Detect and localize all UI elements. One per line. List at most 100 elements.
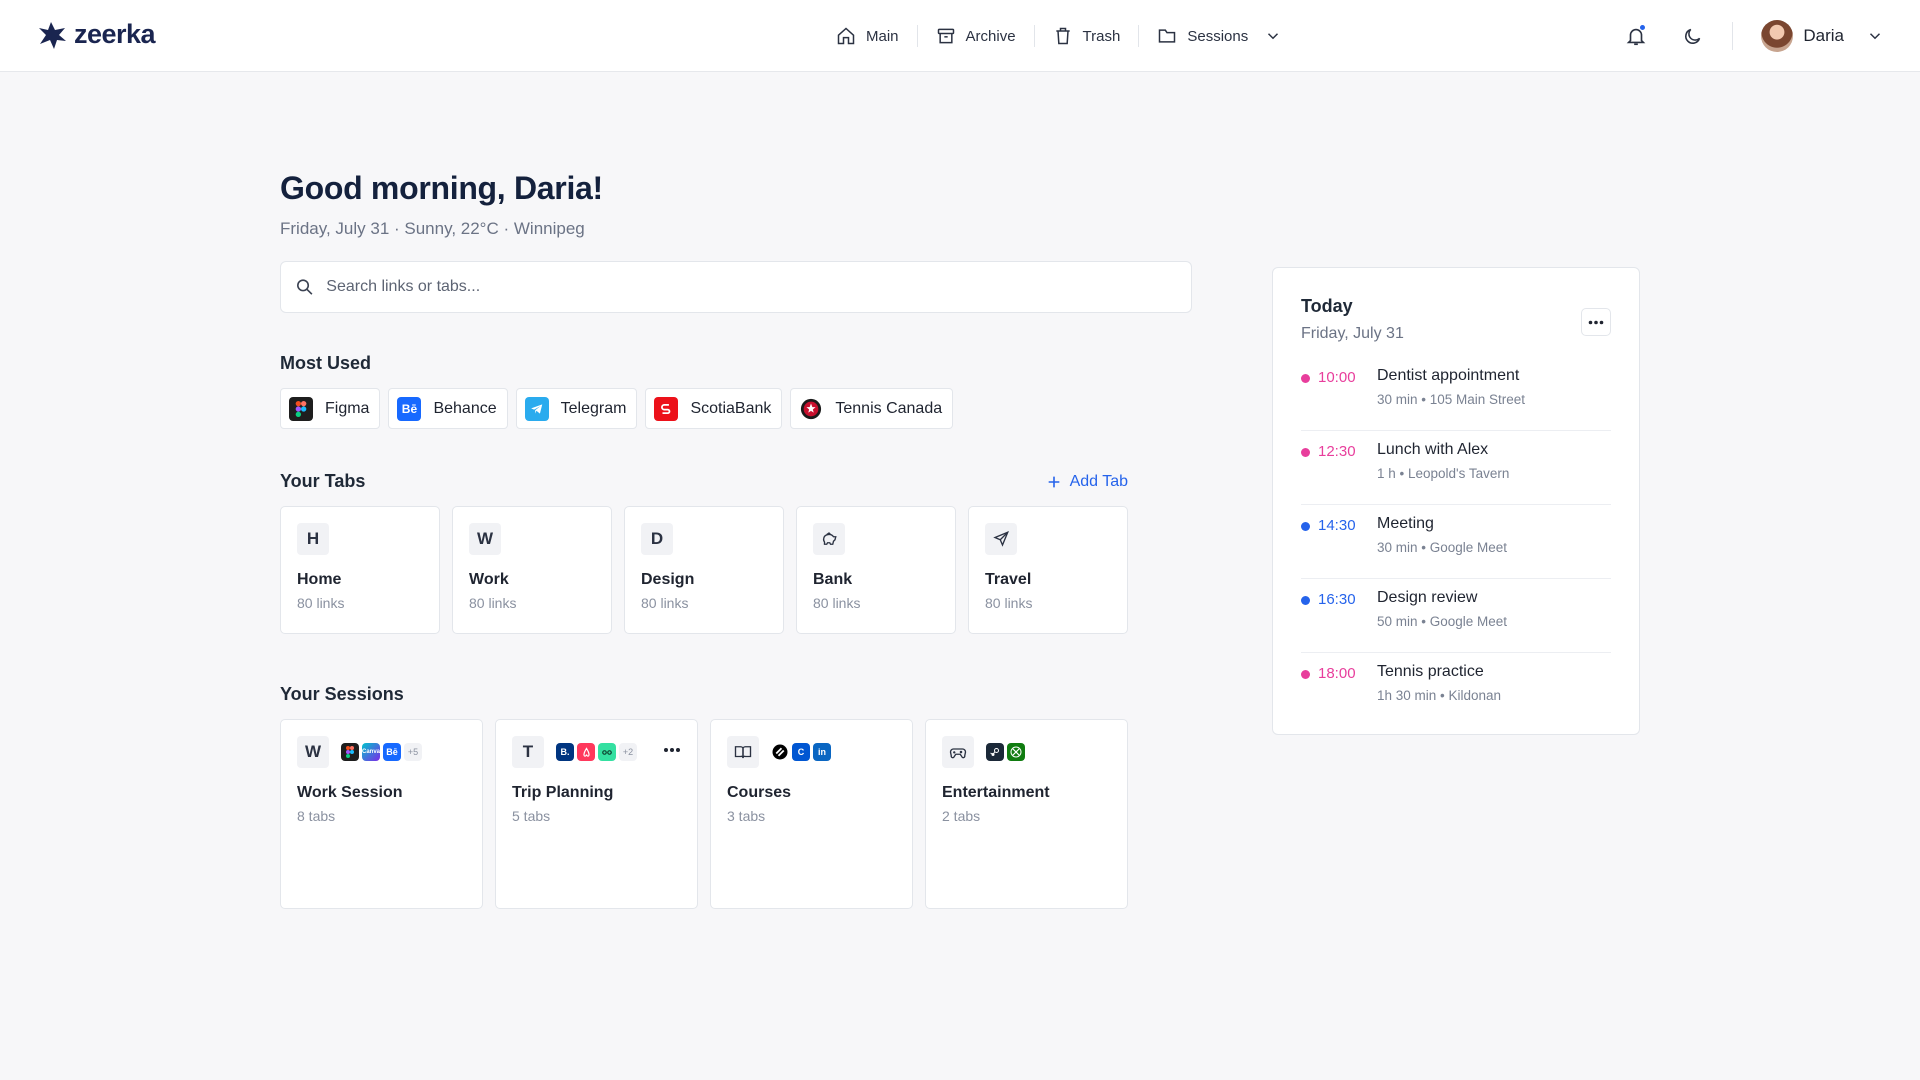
folder-icon <box>1159 29 1176 43</box>
event-time: 16:30 <box>1318 591 1356 608</box>
star-logo-icon <box>39 21 66 49</box>
sessions-title: Your Sessions <box>280 684 404 704</box>
most-used-telegram[interactable]: Telegram <box>515 388 638 429</box>
event-time: 18:00 <box>1318 665 1356 682</box>
session-icons-row: W Canva Bē +5 <box>297 736 466 768</box>
event-item[interactable]: 18:00 Tennis practice 1h 30 min • Kildon… <box>1301 653 1611 727</box>
avatar <box>1761 20 1794 52</box>
moon-icon <box>1684 28 1701 44</box>
event-dot <box>1301 448 1310 457</box>
most-used-title: Most Used <box>280 353 372 373</box>
tab-name: Home <box>297 571 342 588</box>
event-details: 30 min • 105 Main Street <box>1377 392 1526 407</box>
tripadvisor-icon <box>598 743 616 761</box>
chip-label: Behance <box>433 399 497 417</box>
book-icon <box>727 736 759 768</box>
today-more-button[interactable] <box>1581 308 1611 336</box>
linkedin-icon: in <box>813 743 831 761</box>
event-title: Meeting <box>1377 515 1434 532</box>
tab-card-home[interactable]: H Home 80 links <box>280 506 440 634</box>
sessions-list: W Canva Bē +5 Work Session 8 tabs T B. +… <box>280 719 1192 909</box>
tab-card-travel[interactable]: Travel 80 links <box>968 506 1128 634</box>
search-input[interactable] <box>326 278 1177 296</box>
event-details: 1 h • Leopold's Tavern <box>1377 466 1510 481</box>
sessions-dropdown-toggle[interactable] <box>1264 27 1282 45</box>
figma-icon <box>341 743 359 761</box>
notifications-button[interactable] <box>1616 16 1656 56</box>
most-used-tennis-canada[interactable]: Tennis Canada <box>790 388 954 429</box>
main-content: Good morning, Daria! Friday, July 31 · S… <box>280 170 1192 909</box>
chip-label: ScotiaBank <box>690 399 772 417</box>
more-horizontal-icon <box>1588 320 1604 324</box>
event-item[interactable]: 10:00 Dentist appointment 30 min • 105 M… <box>1301 357 1611 431</box>
session-card-trip[interactable]: T B. +2 Trip Planning 5 tabs <box>495 719 698 909</box>
chevron-down-icon <box>1268 33 1279 40</box>
behance-icon: Bē <box>383 743 401 761</box>
add-tab-button[interactable]: Add Tab <box>1046 473 1128 491</box>
more-apps-badge: +5 <box>404 743 422 761</box>
session-card-courses[interactable]: C in Courses 3 tabs <box>710 719 913 909</box>
today-title: Today <box>1301 296 1353 316</box>
event-body: Design review 50 min • Google Meet <box>1377 589 1507 642</box>
session-app-icons: C in <box>771 743 831 761</box>
event-time-block: 18:00 <box>1301 663 1377 717</box>
session-icons-row: T B. +2 <box>512 736 681 768</box>
most-used-behance[interactable]: Bē Behance <box>388 388 508 429</box>
tab-letter: D <box>641 523 673 555</box>
session-letter: W <box>297 736 329 768</box>
user-name: Daria <box>1803 26 1844 45</box>
event-item[interactable]: 14:30 Meeting 30 min • Google Meet <box>1301 505 1611 579</box>
nav-label: Main <box>866 27 899 45</box>
session-more-button[interactable] <box>663 740 681 758</box>
chip-label: Tennis Canada <box>835 399 943 417</box>
greeting-subtitle: Friday, July 31 · Sunny, 22°C · Winnipeg <box>280 219 585 238</box>
session-card-entertainment[interactable]: Entertainment 2 tabs <box>925 719 1128 909</box>
logo[interactable]: zeerka <box>38 19 156 50</box>
nav-item-main[interactable]: Main <box>836 22 917 50</box>
tab-card-design[interactable]: D Design 80 links <box>624 506 784 634</box>
session-card-work[interactable]: W Canva Bē +5 Work Session 8 tabs <box>280 719 483 909</box>
theme-toggle-button[interactable] <box>1672 16 1712 56</box>
event-dot <box>1301 374 1310 383</box>
event-item[interactable]: 16:30 Design review 50 min • Google Meet <box>1301 579 1611 653</box>
nav-item-trash[interactable]: Trash <box>1035 22 1139 50</box>
nav-item-sessions[interactable]: Sessions <box>1139 22 1266 50</box>
coursera-icon: C <box>792 743 810 761</box>
event-title: Tennis practice <box>1377 663 1484 680</box>
event-title: Design review <box>1377 589 1478 606</box>
nav-item-archive[interactable]: Archive <box>918 22 1034 50</box>
event-time-block: 10:00 <box>1301 367 1377 420</box>
event-item[interactable]: 12:30 Lunch with Alex 1 h • Leopold's Ta… <box>1301 431 1611 505</box>
nav-label: Archive <box>965 27 1016 45</box>
event-time: 10:00 <box>1318 369 1356 386</box>
home-icon <box>837 27 855 45</box>
tennis-canada-icon <box>799 397 823 421</box>
tabs-header: Your Tabs Add Tab <box>280 471 1128 492</box>
event-body: Lunch with Alex 1 h • Leopold's Tavern <box>1377 441 1509 494</box>
session-count: 3 tabs <box>727 808 766 824</box>
most-used-scotiabank[interactable]: ScotiaBank <box>645 388 783 429</box>
today-date: Friday, July 31 <box>1301 325 1404 342</box>
event-title: Lunch with Alex <box>1377 441 1489 458</box>
most-used-figma[interactable]: Figma <box>280 388 381 429</box>
brand-name: zeerka <box>74 19 156 49</box>
skillshare-icon <box>771 743 789 761</box>
nav-label: Trash <box>1082 27 1121 45</box>
events-list: 10:00 Dentist appointment 30 min • 105 M… <box>1301 357 1611 727</box>
search-box[interactable] <box>280 261 1192 313</box>
chip-label: Figma <box>325 399 370 417</box>
event-time: 12:30 <box>1318 443 1356 460</box>
user-menu[interactable]: Daria <box>1761 20 1884 52</box>
event-details: 50 min • Google Meet <box>1377 614 1508 629</box>
tab-card-work[interactable]: W Work 80 links <box>452 506 612 634</box>
tab-card-bank[interactable]: Bank 80 links <box>796 506 956 634</box>
header-actions: Daria <box>1616 16 1884 56</box>
event-dot <box>1301 596 1310 605</box>
tabs-list: H Home 80 links W Work 80 links D Design… <box>280 506 1192 634</box>
event-body: Tennis practice 1h 30 min • Kildonan <box>1377 663 1501 717</box>
session-count: 8 tabs <box>297 808 336 824</box>
session-count: 5 tabs <box>512 808 551 824</box>
event-details: 1h 30 min • Kildonan <box>1377 688 1502 703</box>
main-nav: Main Archive Trash Sessions <box>836 22 1282 50</box>
tab-count: 80 links <box>985 595 1033 611</box>
